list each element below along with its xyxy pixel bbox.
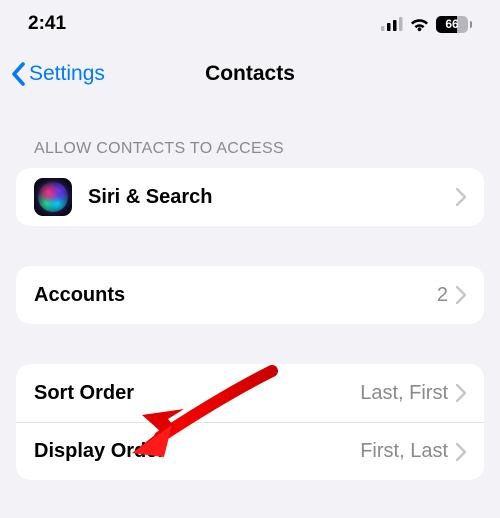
- chevron-right-icon: [456, 188, 466, 206]
- row-label: Accounts: [34, 284, 125, 307]
- row-value: First, Last: [360, 440, 448, 463]
- section-header-allow: ALLOW CONTACTS TO ACCESS: [0, 100, 500, 168]
- battery-indicator: 66: [436, 16, 472, 33]
- chevron-right-icon: [456, 384, 466, 402]
- siri-icon: [34, 178, 72, 216]
- chevron-right-icon: [456, 443, 466, 461]
- row-value: 2: [437, 284, 448, 307]
- chevron-right-icon: [456, 286, 466, 304]
- row-siri-search[interactable]: Siri & Search: [16, 168, 484, 226]
- status-bar: 2:41 66: [0, 0, 500, 48]
- status-indicators: 66: [381, 16, 472, 33]
- group-allow-access: Siri & Search: [16, 168, 484, 226]
- battery-percentage: 66: [445, 17, 458, 31]
- back-button[interactable]: Settings: [0, 62, 105, 86]
- status-time: 2:41: [28, 13, 66, 35]
- row-accounts[interactable]: Accounts 2: [16, 266, 484, 324]
- row-value: Last, First: [360, 382, 448, 405]
- group-order: Sort Order Last, First Display Order Fir…: [16, 364, 484, 480]
- group-accounts: Accounts 2: [16, 266, 484, 324]
- row-label: Display Order: [34, 440, 165, 463]
- cellular-icon: [381, 17, 403, 31]
- wifi-icon: [409, 17, 430, 32]
- row-label: Siri & Search: [88, 186, 213, 209]
- row-sort-order[interactable]: Sort Order Last, First: [16, 364, 484, 422]
- row-display-order[interactable]: Display Order First, Last: [16, 422, 484, 480]
- nav-bar: Settings Contacts: [0, 48, 500, 100]
- row-label: Sort Order: [34, 382, 134, 405]
- back-label: Settings: [29, 62, 105, 86]
- chevron-left-icon: [10, 62, 26, 86]
